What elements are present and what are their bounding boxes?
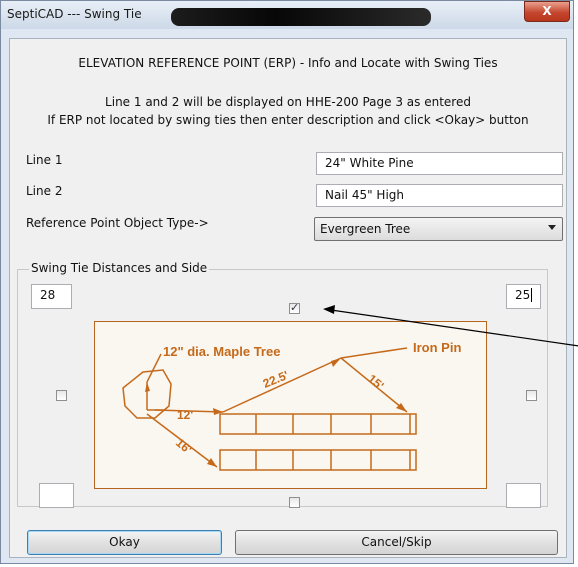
annotation-arrow — [323, 305, 578, 347]
okay-button[interactable]: Okay — [27, 530, 222, 555]
swing-tie-dialog: SeptiCAD --- Swing Tie X ELEVATION REFER… — [0, 0, 578, 564]
cancel-skip-button[interactable]: Cancel/Skip — [235, 530, 558, 555]
